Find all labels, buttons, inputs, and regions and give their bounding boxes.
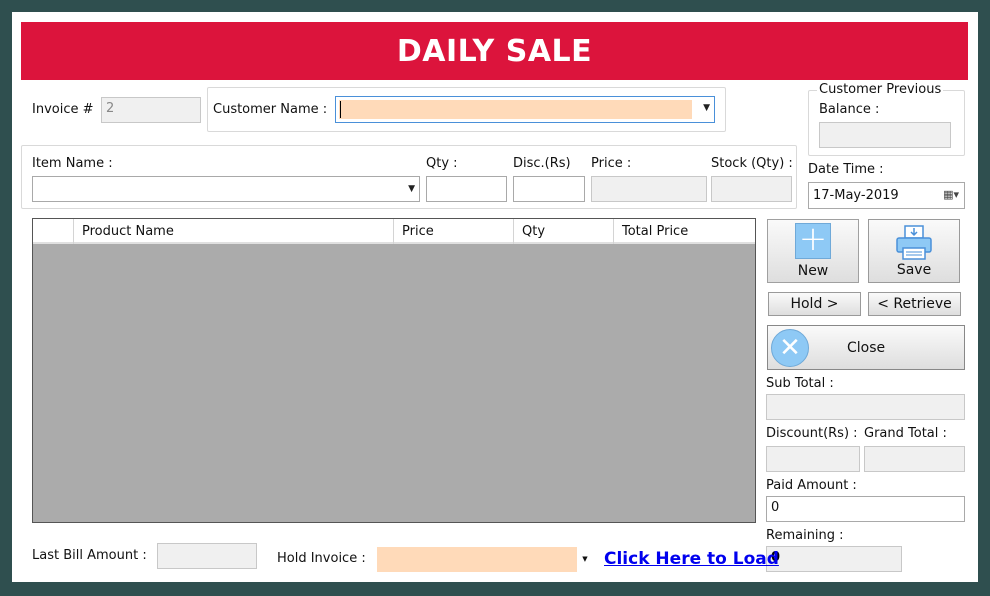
price-label: Price : bbox=[591, 156, 632, 171]
last-bill-label: Last Bill Amount : bbox=[32, 548, 147, 563]
grid-row-header bbox=[33, 219, 74, 244]
save-button-label: Save bbox=[896, 262, 932, 278]
new-button-label: New bbox=[797, 263, 829, 279]
customer-name-input[interactable] bbox=[339, 100, 692, 119]
item-name-combo[interactable]: ▼ bbox=[32, 176, 420, 202]
invoice-number-field: 2 bbox=[101, 97, 201, 123]
invoice-label: Invoice # bbox=[32, 102, 94, 117]
previous-balance-label-2: Balance : bbox=[819, 102, 880, 117]
hold-invoice-label: Hold Invoice : bbox=[277, 551, 366, 566]
customer-name-label: Customer Name : bbox=[213, 102, 328, 117]
page-title: DAILY SALE bbox=[21, 22, 968, 80]
printer-icon bbox=[896, 225, 932, 260]
grand-total-field bbox=[864, 446, 965, 472]
retrieve-button[interactable]: < Retrieve bbox=[868, 292, 961, 316]
text-caret bbox=[340, 101, 341, 118]
datetime-value: 17-May-2019 bbox=[813, 188, 899, 203]
hold-invoice-combo[interactable]: ▼ bbox=[377, 547, 593, 572]
remaining-label: Remaining : bbox=[766, 528, 844, 543]
previous-balance-field bbox=[819, 122, 951, 148]
product-grid[interactable]: Product Name Price Qty Total Price bbox=[32, 218, 756, 523]
price-field bbox=[591, 176, 707, 202]
previous-balance-label: Customer Previous bbox=[817, 82, 944, 97]
click-here-to-load-link[interactable]: Click Here to Load bbox=[604, 549, 779, 569]
item-name-label: Item Name : bbox=[32, 156, 113, 171]
column-total-price[interactable]: Total Price bbox=[614, 219, 755, 244]
disc-label: Disc.(Rs) bbox=[513, 156, 571, 171]
plus-icon: + bbox=[795, 222, 831, 259]
sub-total-field bbox=[766, 394, 965, 420]
daily-sale-window: DAILY SALE Invoice # 2 Customer Name : ▼… bbox=[12, 12, 978, 582]
sub-total-label: Sub Total : bbox=[766, 376, 834, 391]
chevron-down-icon[interactable]: ▼ bbox=[408, 184, 415, 194]
datetime-label: Date Time : bbox=[808, 162, 884, 177]
qty-input[interactable] bbox=[426, 176, 507, 202]
discount-label: Discount(Rs) : bbox=[766, 426, 858, 441]
column-qty[interactable]: Qty bbox=[514, 219, 614, 244]
stock-field bbox=[711, 176, 792, 202]
save-button[interactable]: Save bbox=[868, 219, 960, 283]
calendar-icon[interactable]: ▦▾ bbox=[943, 188, 959, 201]
new-button[interactable]: + New bbox=[767, 219, 859, 283]
chevron-down-icon[interactable]: ▼ bbox=[577, 547, 593, 572]
chevron-down-icon[interactable]: ▼ bbox=[703, 103, 710, 113]
column-price[interactable]: Price bbox=[394, 219, 514, 244]
datetime-picker[interactable]: 17-May-2019 ▦▾ bbox=[808, 182, 965, 209]
remaining-field: 0 bbox=[766, 546, 902, 572]
grand-total-label: Grand Total : bbox=[864, 426, 947, 441]
paid-amount-label: Paid Amount : bbox=[766, 478, 857, 493]
stock-label: Stock (Qty) : bbox=[711, 156, 793, 171]
close-button-label: Close bbox=[847, 339, 886, 356]
paid-amount-input[interactable]: 0 bbox=[766, 496, 965, 522]
disc-input[interactable] bbox=[513, 176, 585, 202]
last-bill-field bbox=[157, 543, 257, 569]
hold-button[interactable]: Hold > bbox=[768, 292, 861, 316]
discount-total-field bbox=[766, 446, 860, 472]
qty-label: Qty : bbox=[426, 156, 458, 171]
close-icon: ✕ bbox=[771, 328, 809, 367]
customer-name-combo[interactable]: ▼ bbox=[335, 96, 715, 123]
close-button[interactable]: ✕ Close bbox=[767, 325, 965, 370]
grid-header: Product Name Price Qty Total Price bbox=[33, 219, 755, 244]
column-product-name[interactable]: Product Name bbox=[74, 219, 394, 244]
